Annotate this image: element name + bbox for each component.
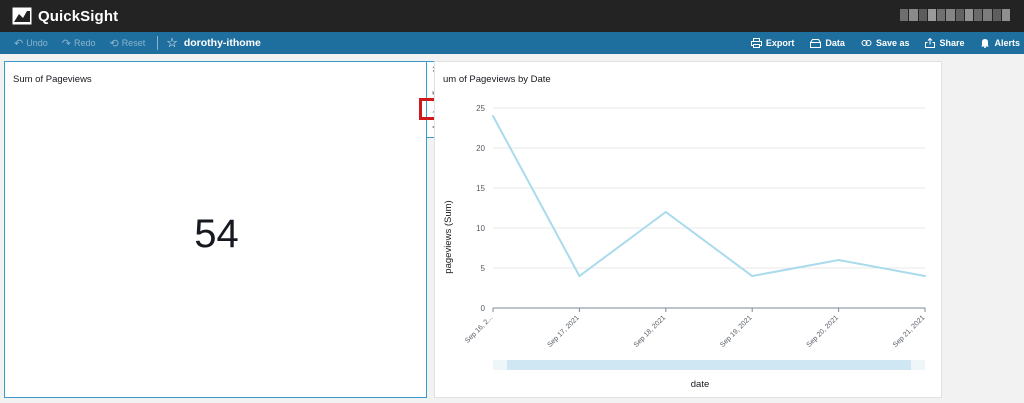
- reset-button[interactable]: ⟲ Reset: [109, 37, 145, 50]
- kpi-value: 54: [194, 212, 239, 256]
- x-tick-label: Sep 17, 2021: [546, 314, 580, 348]
- bell-icon: [981, 39, 990, 48]
- y-axis-label: pageviews (Sum): [443, 200, 454, 273]
- analysis-name[interactable]: dorothy-ithome: [184, 37, 261, 49]
- y-tick-label: 15: [476, 184, 485, 193]
- undo-button[interactable]: ↶ Undo: [14, 37, 48, 50]
- reset-icon: ⟲: [109, 37, 119, 50]
- export-button[interactable]: Export: [750, 38, 794, 48]
- data-point[interactable]: [664, 211, 667, 213]
- x-axis-ticks: Sep 16, 2... Sep 17, 2021 Sep 18, 2021 Sep …: [464, 308, 926, 349]
- dataset-icon: [810, 39, 822, 48]
- undo-icon: ↶: [14, 37, 24, 50]
- top-bar: QuickSight: [0, 0, 1024, 32]
- printer-icon: [750, 38, 762, 48]
- toolbar-actions: Export Data Save as Share Alerts: [750, 32, 1020, 54]
- share-button[interactable]: Share: [925, 38, 964, 48]
- line-chart: 0510152025 Sep 16, 2... Sep 17, 2021 Sep 1…: [443, 104, 926, 390]
- x-tick-label: Sep 21, 2021: [892, 314, 926, 348]
- y-axis-ticks: 0 5 10 15 20 25: [476, 104, 485, 313]
- y-tick-label: 0: [481, 304, 486, 313]
- account-menu[interactable]: [900, 9, 1010, 21]
- x-tick-label: Sep 19, 2021: [719, 314, 753, 348]
- x-tick-label: Sep 16, 2...: [464, 314, 494, 344]
- data-point[interactable]: [837, 259, 840, 261]
- favorite-star-icon[interactable]: ☆: [166, 35, 178, 51]
- chart-grid: [493, 107, 925, 309]
- x-axis-label: date: [691, 379, 710, 390]
- x-tick-label: Sep 20, 2021: [806, 314, 840, 348]
- redo-icon: ↷: [61, 37, 71, 50]
- data-button[interactable]: Data: [810, 38, 845, 48]
- toolbar-divider: [157, 36, 159, 50]
- save-icon: [861, 40, 872, 46]
- kpi-title: Sum of Pageviews: [13, 74, 92, 85]
- save-as-button[interactable]: Save as: [861, 38, 909, 48]
- series-line[interactable]: [492, 115, 926, 278]
- data-point[interactable]: [751, 275, 754, 277]
- share-icon: [925, 38, 936, 48]
- data-point[interactable]: [492, 115, 494, 117]
- kpi-visual[interactable]: Sum of Pageviews 54: [4, 61, 427, 398]
- quicksight-logo-icon: [12, 7, 32, 25]
- y-tick-label: 5: [481, 264, 486, 273]
- chart-series: [492, 115, 926, 278]
- y-tick-label: 25: [476, 104, 485, 113]
- line-chart-visual[interactable]: um of Pageviews by Date 0 5 10 15 20 25 Sep 1…: [434, 61, 942, 398]
- redo-button[interactable]: ↷ Redo: [62, 37, 96, 50]
- data-point[interactable]: [924, 275, 926, 277]
- data-point[interactable]: [578, 275, 581, 277]
- x-tick-label: Sep 18, 2021: [633, 314, 667, 348]
- y-tick-label: 10: [476, 224, 485, 233]
- x-axis-scrollbar-thumb[interactable]: [507, 360, 911, 370]
- y-tick-label: 20: [476, 144, 485, 153]
- alerts-button[interactable]: Alerts: [980, 38, 1020, 48]
- app-title: QuickSight: [38, 7, 119, 25]
- app-logo[interactable]: QuickSight: [12, 7, 118, 25]
- analysis-toolbar: ↶ Undo ↷ Redo ⟲ Reset ☆ dorothy-ithome E…: [0, 32, 1024, 54]
